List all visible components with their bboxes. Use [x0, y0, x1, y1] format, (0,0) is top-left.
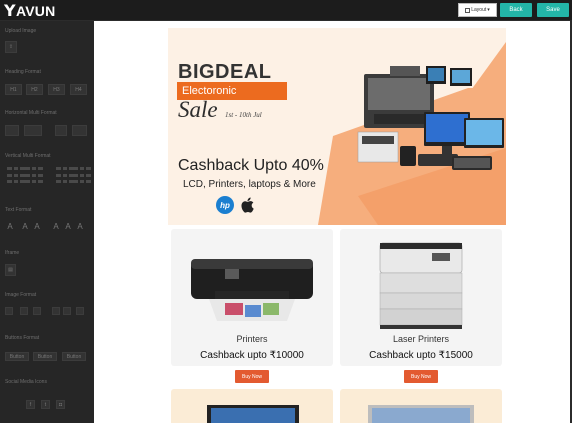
vertical-format-2[interactable] [25, 167, 43, 185]
product-cashback: Cashback upto ₹10000 [200, 350, 304, 361]
section-image-format: Image Format [5, 292, 37, 298]
section-iframe: Iframe [5, 250, 20, 256]
logo-text: AVUN [16, 2, 56, 19]
text-format-a6[interactable]: A [75, 221, 85, 232]
banner-items: LCD, Printers, laptops & More [183, 179, 316, 190]
layout-icon [465, 7, 471, 13]
horizontal-format-3[interactable] [55, 125, 67, 136]
vertical-format-3[interactable] [56, 167, 74, 185]
section-upload-image: Upload Image [5, 28, 37, 34]
inkjet-printer-image [191, 259, 313, 321]
section-heading-format: Heading Format [5, 69, 41, 75]
buy-now-button[interactable]: Buy Now [235, 370, 269, 383]
banner-date: 1st - 10th Jul [225, 111, 262, 119]
button-style-3[interactable]: Button [62, 352, 86, 361]
laptop-image [207, 405, 299, 423]
banner-cashback: Cashback Upto 40% [178, 157, 324, 174]
image-format-1[interactable] [5, 307, 13, 315]
product-card-macbook[interactable] [340, 389, 502, 423]
save-button[interactable]: Save [537, 3, 569, 17]
text-format-a5[interactable]: A [63, 221, 73, 232]
horizontal-format-2[interactable] [24, 125, 42, 136]
top-toolbar: Y AVUN Layout ▾ Back Save [0, 0, 572, 21]
product-name: Printers [236, 334, 268, 344]
banner-sale: Sale [178, 97, 218, 122]
buy-now-button[interactable]: Buy Now [404, 370, 438, 383]
instagram-icon[interactable]: ◘ [56, 400, 65, 409]
laser-printer-image [379, 242, 463, 329]
section-text-format: Text Format [5, 207, 32, 213]
upload-icon[interactable]: ⇪ [5, 41, 17, 53]
banner-background [168, 28, 506, 225]
format-sidebar: Upload Image ⇪ Heading Format H1 H2 H3 H… [0, 21, 94, 423]
button-style-2[interactable]: Button [33, 352, 57, 361]
image-format-6[interactable] [76, 307, 84, 315]
heading-h4-button[interactable]: H4 [70, 84, 87, 95]
facebook-icon[interactable]: f [26, 400, 35, 409]
macbook-image [368, 405, 474, 423]
button-style-1[interactable]: Button [5, 352, 29, 361]
vertical-format-1[interactable] [7, 167, 25, 185]
text-format-a2[interactable]: A [20, 221, 30, 232]
app-logo: Y AVUN [4, 1, 55, 20]
product-card-printers[interactable]: Printers Cashback upto ₹10000 [171, 229, 333, 366]
text-format-a3[interactable]: A [32, 221, 42, 232]
email-canvas: BIGDEAL Electoronic Sale 1st - 10th Jul … [94, 21, 570, 423]
section-horizontal-multi: Horizontal Multi Format [5, 110, 57, 116]
apple-logo-icon [241, 197, 254, 213]
back-button[interactable]: Back [500, 3, 532, 17]
caret-down-icon: ▾ [487, 7, 490, 13]
section-buttons-format: Buttons Format [5, 335, 40, 341]
text-format-a4[interactable]: A [51, 221, 61, 232]
iframe-icon[interactable]: ▤ [5, 264, 16, 276]
banner-title: BIGDEAL [178, 61, 272, 83]
image-format-3[interactable] [33, 307, 41, 315]
horizontal-format-4[interactable] [72, 125, 87, 136]
layout-label: Layout [471, 7, 487, 13]
product-card-laser-printers[interactable]: Laser Printers Cashback upto ₹15000 [340, 229, 502, 366]
twitter-icon[interactable]: t [41, 400, 50, 409]
heading-h2-button[interactable]: H2 [26, 84, 43, 95]
logo-mark: Y [4, 0, 16, 20]
image-format-5[interactable] [63, 307, 71, 315]
image-format-2[interactable] [20, 307, 28, 315]
image-format-4[interactable] [52, 307, 60, 315]
heading-h1-button[interactable]: H1 [5, 84, 22, 95]
heading-h3-button[interactable]: H3 [48, 84, 65, 95]
horizontal-format-1[interactable] [5, 125, 19, 136]
section-vertical-multi: Vertical Multi Format [5, 153, 51, 159]
hp-logo: hp [216, 196, 234, 214]
product-card-laptop[interactable] [171, 389, 333, 423]
text-format-a1[interactable]: A [5, 221, 15, 232]
section-social-media: Social Media Icons [5, 379, 47, 385]
product-cashback: Cashback upto ₹15000 [369, 350, 473, 361]
product-name: Laser Printers [392, 334, 450, 344]
vertical-format-4[interactable] [73, 167, 91, 185]
layout-dropdown[interactable]: Layout ▾ [458, 3, 497, 17]
promo-banner[interactable]: BIGDEAL Electoronic Sale 1st - 10th Jul … [168, 28, 506, 225]
